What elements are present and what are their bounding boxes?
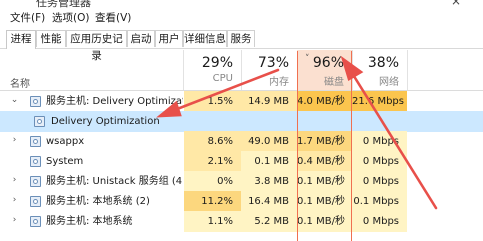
process-name-cell: ⌄ 服务主机: Delivery Optimizatio... <box>0 91 183 112</box>
network-cell: 0 Mbps <box>352 131 407 152</box>
cpu-cell: 0% <box>184 171 241 192</box>
network-percent: 38% <box>367 55 399 71</box>
disk-percent: 96% <box>312 55 344 71</box>
menu-options[interactable]: 选项(O) <box>52 11 89 26</box>
column-header-row: 名称 29% CPU 73% 内存 ˅ 96% 磁盘 38% 网络 <box>0 50 483 91</box>
menu-file[interactable]: 文件(F) <box>10 11 45 26</box>
table-row[interactable]: › 服务主机: Unistack 服务组 (4) 0% 3.8 MB 0.1 M… <box>0 171 483 192</box>
memory-cell: 5.2 MB <box>241 211 297 232</box>
disk-cell: 1.7 MB/秒 <box>297 131 352 152</box>
disk-cell: 0.4 MB/秒 <box>297 151 352 172</box>
row-expander <box>10 156 19 165</box>
tab-processes[interactable]: 进程 <box>6 30 36 49</box>
menu-bar: 文件(F) 选项(O) 查看(V) <box>0 11 483 26</box>
memory-cell: 3.8 MB <box>241 171 297 192</box>
window-title: 任务管理器 <box>36 0 91 9</box>
cpu-cell: 8.6% <box>184 131 241 152</box>
network-cell: 21.6 Mbps <box>352 91 407 112</box>
close-icon[interactable]: × <box>451 0 461 8</box>
cpu-percent: 29% <box>201 55 233 71</box>
disk-label: 磁盘 <box>324 77 344 88</box>
column-network-header[interactable]: 38% 网络 <box>352 50 407 90</box>
chevron-right-icon[interactable]: › <box>10 196 19 205</box>
cpu-cell: 1.5% <box>184 91 241 112</box>
process-name: 服务主机: Unistack 服务组 (4) <box>46 176 183 187</box>
tab-services[interactable]: 服务 <box>227 30 255 47</box>
table-row[interactable]: › 服务主机: 本地系统 (2) 11.2% 16.4 MB 0.1 MB/秒 … <box>0 191 483 212</box>
table-row[interactable]: › wsappx 8.6% 49.0 MB 1.7 MB/秒 0 Mbps <box>0 131 483 152</box>
network-label: 网络 <box>379 77 399 88</box>
tab-startup[interactable]: 启动 <box>127 30 155 47</box>
tab-performance[interactable]: 性能 <box>36 30 66 47</box>
process-name-cell: › 服务主机: Unistack 服务组 (4) <box>0 171 183 192</box>
column-disk-header[interactable]: ˅ 96% 磁盘 <box>297 50 352 90</box>
memory-cell: 14.9 MB <box>241 91 297 112</box>
gear-icon <box>34 116 45 127</box>
column-divider <box>407 50 408 90</box>
service-icon <box>30 176 41 187</box>
process-name: System <box>46 156 84 167</box>
chevron-right-icon[interactable]: › <box>10 176 19 185</box>
chevron-right-icon[interactable]: › <box>10 216 19 225</box>
cpu-cell: 1.1% <box>184 211 241 232</box>
disk-cell: 0.1 MB/秒 <box>297 171 352 192</box>
memory-cell: 49.0 MB <box>241 131 297 152</box>
cpu-cell: 11.2% <box>184 191 241 212</box>
network-cell: 0 Mbps <box>352 171 407 192</box>
tab-users[interactable]: 用户 <box>155 30 183 47</box>
disk-cell: 0.1 MB/秒 <box>297 191 352 212</box>
process-name: 服务主机: 本地系统 <box>46 216 133 227</box>
memory-label: 内存 <box>269 77 289 88</box>
process-name-cell: › wsappx <box>0 131 183 152</box>
network-cell <box>352 111 407 132</box>
disk-cell: 0.1 MB/秒 <box>297 211 352 232</box>
service-icon <box>30 136 41 147</box>
tab-details[interactable]: 详细信息 <box>183 30 227 47</box>
cpu-label: CPU <box>212 73 233 84</box>
service-icon <box>30 96 41 107</box>
chevron-right-icon[interactable]: › <box>10 136 19 145</box>
process-name: Delivery Optimization <box>51 116 160 127</box>
column-name-header[interactable]: 名称 <box>10 75 30 90</box>
tab-app-history[interactable]: 应用历史记录 <box>66 30 127 62</box>
memory-cell: 16.4 MB <box>241 191 297 212</box>
table-row[interactable]: › 服务主机: 本地系统 1.1% 5.2 MB 0.1 MB/秒 0 Mbps <box>0 211 483 232</box>
column-cpu-header[interactable]: 29% CPU <box>184 50 241 90</box>
process-name-cell: › 服务主机: 本地系统 <box>0 211 183 232</box>
process-name-cell: › 服务主机: 本地系统 (2) <box>0 191 183 212</box>
title-bar: 任务管理器 × <box>0 0 483 10</box>
sort-down-icon: ˅ <box>305 54 310 64</box>
process-name: 服务主机: 本地系统 (2) <box>46 196 150 207</box>
disk-cell: 4.0 MB/秒 <box>297 91 352 112</box>
network-cell: 0.1 Mbps <box>352 191 407 212</box>
menu-view[interactable]: 查看(V) <box>95 11 131 26</box>
service-icon <box>30 196 41 207</box>
cpu-cell: 2.1% <box>184 151 241 172</box>
disk-cell <box>297 111 352 132</box>
system-icon <box>30 156 41 167</box>
service-icon <box>30 216 41 227</box>
chevron-down-icon[interactable]: ⌄ <box>10 96 19 105</box>
memory-cell <box>241 111 297 132</box>
process-name: 服务主机: Delivery Optimizatio... <box>46 96 183 107</box>
memory-cell: 0.1 MB <box>241 151 297 172</box>
table-row-selected[interactable]: Delivery Optimization <box>0 111 483 132</box>
network-cell: 0 Mbps <box>352 211 407 232</box>
memory-percent: 73% <box>257 55 289 71</box>
tab-bar: 进程 性能 应用历史记录 启动 用户 详细信息 服务 <box>0 30 483 62</box>
column-memory-header[interactable]: 73% 内存 <box>241 50 297 90</box>
process-name: wsappx <box>46 136 85 147</box>
table-row[interactable]: ⌄ 服务主机: Delivery Optimizatio... 1.5% 14.… <box>0 91 483 112</box>
cpu-cell <box>184 111 241 132</box>
process-name-cell: Delivery Optimization <box>0 111 183 132</box>
network-cell: 0 Mbps <box>352 151 407 172</box>
process-name-cell: System <box>0 151 183 172</box>
table-row[interactable]: System 2.1% 0.1 MB 0.4 MB/秒 0 Mbps <box>0 151 483 172</box>
